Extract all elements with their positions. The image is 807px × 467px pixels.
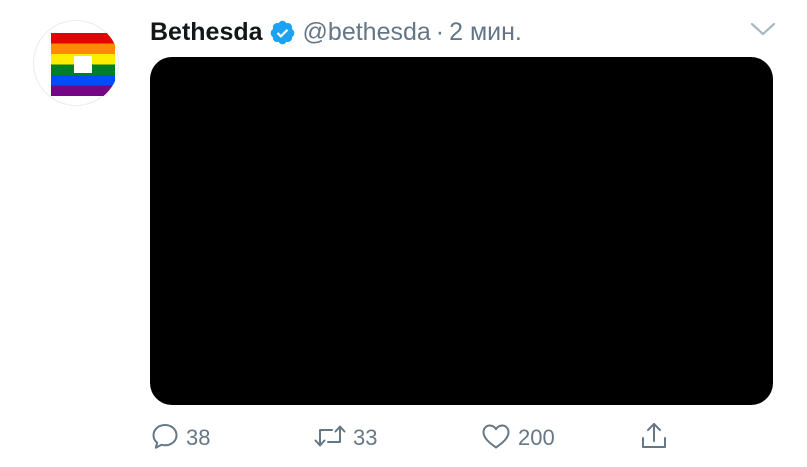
avatar[interactable]	[33, 20, 119, 106]
retweet-icon	[313, 421, 347, 456]
reply-count: 38	[186, 425, 211, 450]
tweet-media[interactable]	[150, 57, 773, 405]
retweet-button[interactable]: 33	[313, 418, 377, 458]
author-name[interactable]: Bethesda	[150, 18, 263, 47]
author-handle[interactable]: @bethesda	[303, 18, 431, 47]
share-icon	[640, 420, 668, 457]
like-count: 200	[518, 425, 555, 450]
timestamp[interactable]: 2 мин.	[449, 18, 522, 47]
verified-badge-icon	[269, 19, 296, 46]
tweet-header: Bethesda @bethesda · 2 мин.	[150, 12, 522, 52]
retweet-count: 33	[353, 425, 378, 450]
reply-button[interactable]: 38	[150, 418, 210, 458]
chevron-down-icon[interactable]	[748, 18, 778, 40]
rainbow-flag-logo-icon	[51, 33, 115, 96]
like-button[interactable]: 200	[480, 418, 555, 458]
heart-icon	[480, 421, 512, 456]
separator-dot: ·	[435, 17, 445, 46]
share-button[interactable]	[640, 418, 668, 458]
tweet-actions: 38 33 200	[150, 418, 790, 458]
reply-icon	[150, 421, 180, 456]
